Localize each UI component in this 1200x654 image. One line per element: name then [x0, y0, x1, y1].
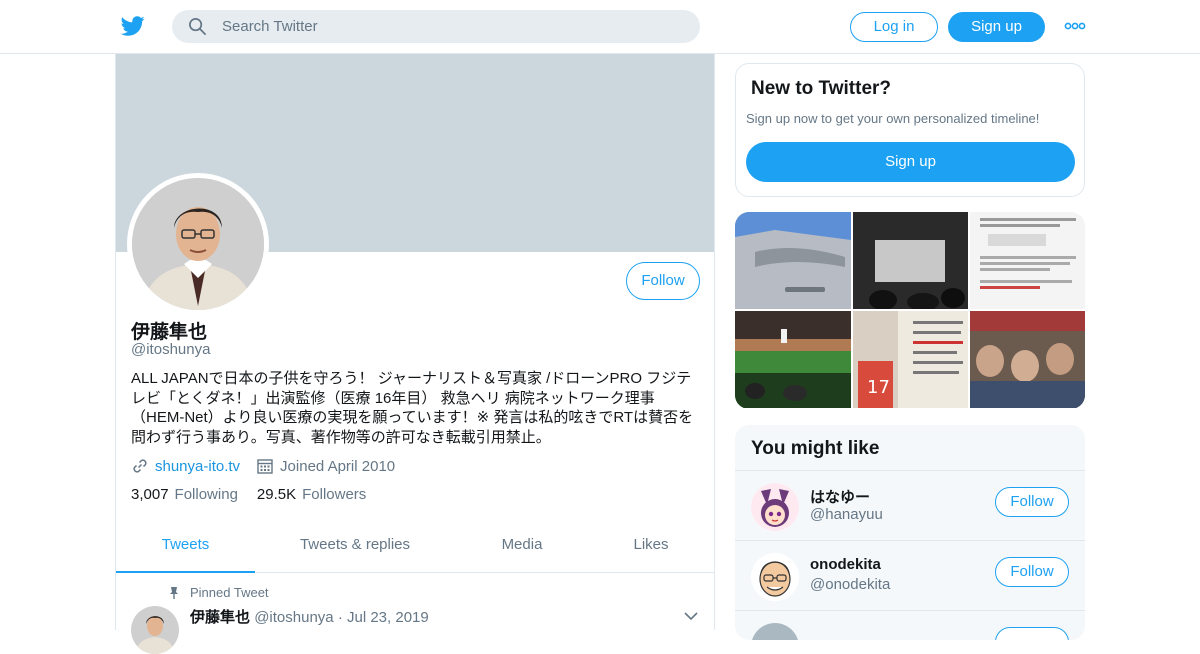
profile-name: 伊藤隼也 — [131, 322, 208, 343]
suggested-user-row[interactable] — [735, 610, 1085, 640]
signup-button[interactable]: Sign up — [948, 12, 1045, 42]
media-thumb[interactable] — [970, 212, 1085, 309]
tab-media[interactable]: Media — [482, 526, 562, 573]
search-bar[interactable] — [172, 10, 700, 43]
media-thumb[interactable] — [853, 212, 968, 309]
calendar-icon — [257, 459, 273, 474]
profile-handle: @itoshunya — [131, 341, 211, 358]
follow-button[interactable] — [995, 627, 1069, 640]
avatar[interactable] — [751, 553, 799, 601]
avatar — [132, 178, 264, 310]
more-dots-icon[interactable] — [1064, 19, 1086, 33]
search-input[interactable] — [222, 10, 682, 43]
suggested-user-name[interactable]: はなゆー — [810, 486, 870, 507]
suggested-user-handle: @hanayuu — [810, 506, 883, 523]
profile-website-link[interactable]: shunya-ito.tv — [155, 458, 240, 475]
suggested-user-row[interactable]: onodekita @onodekita Follow — [735, 540, 1085, 610]
tab-likes[interactable]: Likes — [611, 526, 691, 573]
signup-card-desc: Sign up now to get your own personalized… — [746, 111, 1040, 126]
top-nav: Log in Sign up — [0, 0, 1200, 54]
profile-tabs: Tweets Tweets & replies Media Likes — [116, 526, 714, 573]
tweet-separator: · — [337, 609, 343, 626]
profile-joined: Joined April 2010 — [280, 457, 396, 475]
you-might-like-title: You might like — [751, 438, 880, 459]
search-icon — [189, 18, 206, 35]
suggested-user-handle: @onodekita — [810, 576, 891, 593]
pinned-tweet-header: 伊藤隼也 @itoshunya · Jul 23, 2019 — [190, 606, 429, 627]
follow-button[interactable]: Follow — [626, 262, 700, 300]
avatar[interactable] — [751, 623, 799, 640]
follow-button[interactable]: Follow — [995, 557, 1069, 587]
profile-bio: ALL JAPANで日本の子供を守ろう！ ジャーナリスト＆写真家 /ドローンPR… — [131, 370, 694, 446]
media-thumb[interactable] — [970, 311, 1085, 408]
avatar[interactable] — [751, 483, 799, 531]
signup-card-button[interactable]: Sign up — [746, 142, 1075, 182]
twitter-bird-icon[interactable] — [120, 14, 146, 38]
pin-icon — [170, 587, 178, 599]
new-to-twitter-card: New to Twitter? Sign up now to get your … — [735, 63, 1085, 197]
chevron-down-icon[interactable] — [684, 611, 698, 621]
profile-stats: 3,007 Following 29.5K Followers — [131, 486, 385, 503]
login-button[interactable]: Log in — [850, 12, 938, 42]
following-label: Following — [174, 486, 238, 503]
tweet-author-name[interactable]: 伊藤隼也 — [190, 609, 250, 626]
tweet-avatar[interactable] — [131, 606, 179, 654]
media-thumb[interactable] — [735, 212, 851, 309]
link-icon — [133, 459, 147, 473]
suggested-user-name[interactable]: onodekita — [810, 556, 881, 573]
followers-label: Followers — [302, 486, 367, 503]
tweet-author-handle: @itoshunya — [254, 609, 334, 626]
follow-button[interactable]: Follow — [995, 487, 1069, 517]
followers-count: 29.5K — [256, 486, 297, 503]
media-grid: 17 — [735, 212, 1085, 409]
pinned-tweet-label: Pinned Tweet — [190, 585, 269, 600]
followers-stat[interactable]: 29.5K Followers — [257, 486, 366, 503]
suggested-user-row[interactable]: はなゆー @hanayuu Follow — [735, 470, 1085, 540]
svg-text:17: 17 — [867, 377, 890, 398]
profile-meta: shunya-ito.tv Joined April 2010 — [131, 455, 395, 477]
tab-tweets[interactable]: Tweets — [116, 526, 255, 573]
media-thumb[interactable]: 17 — [853, 311, 968, 408]
signup-card-title: New to Twitter? — [751, 78, 892, 99]
media-thumb[interactable] — [735, 311, 851, 408]
following-stat[interactable]: 3,007 Following — [131, 486, 238, 503]
profile-column: Follow 伊藤隼也 @itoshunya ALL JAPANで日本の子供を守… — [115, 54, 715, 654]
following-count: 3,007 — [131, 486, 169, 503]
tweet-date[interactable]: Jul 23, 2019 — [347, 609, 429, 626]
profile-avatar[interactable] — [127, 173, 269, 315]
tab-tweets-replies[interactable]: Tweets & replies — [280, 526, 430, 573]
you-might-like-card: You might like はなゆー @hanayuu Follow onod… — [735, 425, 1085, 640]
